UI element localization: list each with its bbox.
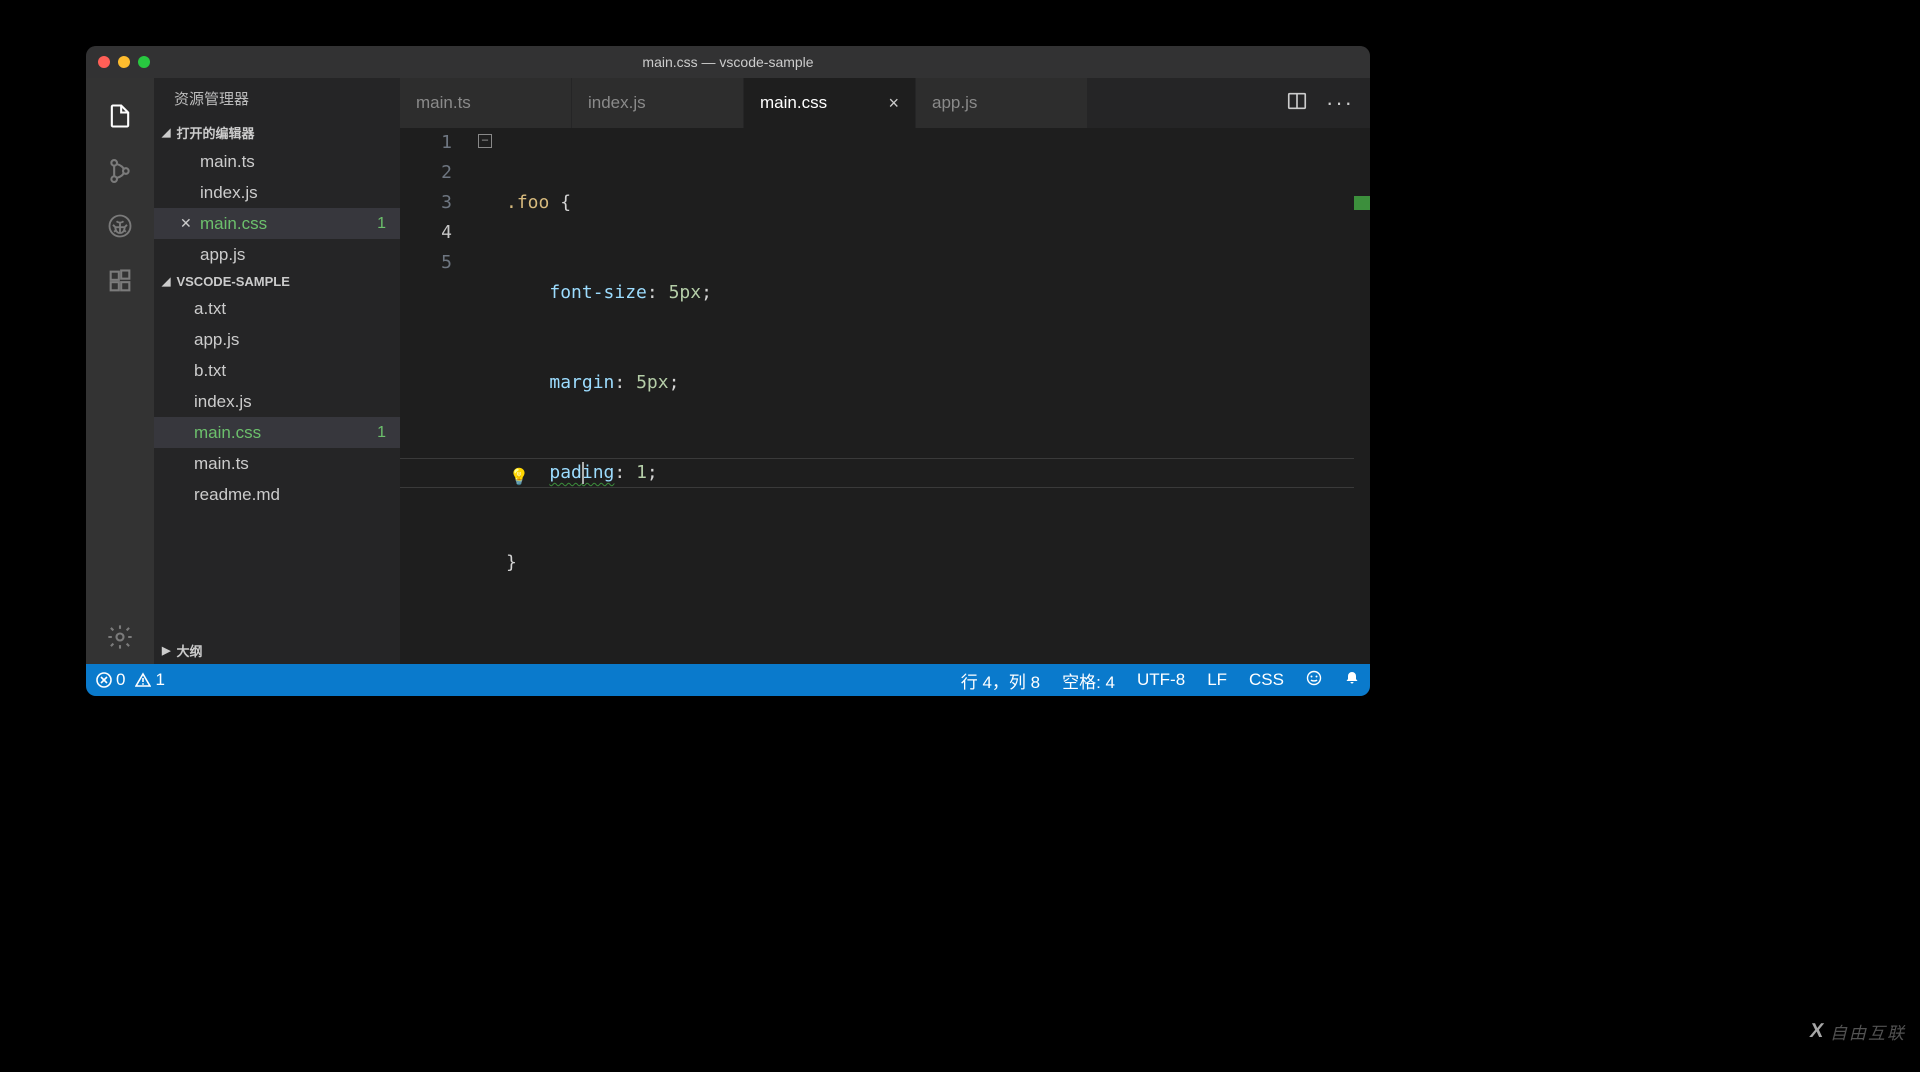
zoom-window-icon[interactable]	[138, 56, 150, 68]
workspace-header[interactable]: ◢ VSCODE-SAMPLE	[154, 270, 400, 293]
vscode-window: main.css — vscode-sample 资源管理器	[86, 46, 1370, 696]
file-name: main.css	[194, 423, 261, 443]
code-editor[interactable]: 1 2 3 4 5 − .foo { font-size: 5px; margi…	[400, 128, 1370, 664]
overview-ruler[interactable]	[1354, 128, 1370, 664]
file-name: index.js	[200, 183, 258, 203]
tab-label: index.js	[588, 93, 646, 113]
file-item[interactable]: index.js	[154, 386, 400, 417]
outline-label: 大纲	[176, 641, 202, 660]
text-cursor	[582, 462, 584, 484]
file-name: a.txt	[194, 299, 226, 319]
source-control-icon[interactable]	[96, 143, 144, 198]
problems-badge: 1	[377, 424, 386, 442]
feedback-smiley-icon[interactable]	[1306, 670, 1322, 691]
open-editor-item[interactable]: ✕ main.css 1	[154, 208, 400, 239]
file-name: main.ts	[200, 152, 255, 172]
status-bar: 0 1 行 4，列 8 空格: 4 UTF-8 LF CSS	[86, 664, 1370, 696]
warning-marker-icon	[1354, 196, 1370, 210]
tab-label: main.ts	[416, 93, 471, 113]
eol-status[interactable]: LF	[1207, 670, 1227, 690]
tab-label: main.css	[760, 93, 827, 113]
file-item[interactable]: a.txt	[154, 293, 400, 324]
errors-status[interactable]: 0	[96, 670, 125, 690]
tab-main-css[interactable]: main.css ×	[744, 78, 916, 128]
more-actions-icon[interactable]: ···	[1326, 90, 1354, 116]
editor-group: main.ts × index.js × main.css × app.js ×	[400, 78, 1370, 664]
file-item[interactable]: app.js	[154, 324, 400, 355]
file-item[interactable]: main.ts	[154, 448, 400, 479]
line-gutter: 1 2 3 4 5	[400, 128, 478, 664]
problems-badge: 1	[377, 215, 386, 233]
split-editor-icon[interactable]	[1286, 90, 1308, 117]
file-name: readme.md	[194, 485, 280, 505]
outline-header[interactable]: ▶ 大纲	[154, 637, 400, 664]
file-item[interactable]: readme.md	[154, 479, 400, 510]
file-item[interactable]: main.css 1	[154, 417, 400, 448]
explorer-sidebar: 资源管理器 ◢ 打开的编辑器 ✕ main.ts ✕ index.js ✕ ma…	[154, 78, 400, 664]
open-editor-item[interactable]: ✕ app.js	[154, 239, 400, 270]
lightbulb-icon[interactable]: 💡	[509, 462, 529, 492]
file-name: main.css	[200, 214, 267, 234]
watermark: X 自由互联	[1810, 1019, 1906, 1044]
file-name: main.ts	[194, 454, 249, 474]
file-item[interactable]: b.txt	[154, 355, 400, 386]
tab-app-js[interactable]: app.js ×	[916, 78, 1088, 128]
open-editors-header[interactable]: ◢ 打开的编辑器	[154, 119, 400, 146]
open-editor-item[interactable]: ✕ index.js	[154, 177, 400, 208]
encoding-status[interactable]: UTF-8	[1137, 670, 1185, 690]
tab-label: app.js	[932, 93, 977, 113]
window-title: main.css — vscode-sample	[86, 54, 1370, 70]
chevron-right-icon: ▶	[162, 644, 170, 657]
indentation-status[interactable]: 空格: 4	[1062, 668, 1115, 693]
file-name: b.txt	[194, 361, 226, 381]
file-name: app.js	[194, 330, 239, 350]
file-name: index.js	[194, 392, 252, 412]
workspace-label: VSCODE-SAMPLE	[176, 274, 289, 289]
window-controls	[86, 56, 150, 68]
close-window-icon[interactable]	[98, 56, 110, 68]
titlebar: main.css — vscode-sample	[86, 46, 1370, 78]
editor-actions: ···	[1286, 78, 1370, 128]
tab-main-ts[interactable]: main.ts ×	[400, 78, 572, 128]
explorer-icon[interactable]	[96, 88, 144, 143]
debug-disabled-icon[interactable]	[96, 198, 144, 253]
close-icon[interactable]: ✕	[180, 215, 194, 232]
cursor-position[interactable]: 行 4，列 8	[961, 668, 1040, 693]
open-editors-label: 打开的编辑器	[176, 123, 254, 142]
sidebar-title: 资源管理器	[154, 78, 400, 119]
file-name: app.js	[200, 245, 245, 265]
close-icon[interactable]: ×	[888, 93, 899, 114]
notifications-bell-icon[interactable]	[1344, 670, 1360, 691]
chevron-down-icon: ◢	[162, 275, 170, 288]
extensions-icon[interactable]	[96, 253, 144, 308]
open-editor-item[interactable]: ✕ main.ts	[154, 146, 400, 177]
code-content[interactable]: .foo { font-size: 5px; margin: 5px; 💡 pa…	[478, 128, 1354, 664]
chevron-down-icon: ◢	[162, 126, 170, 139]
language-status[interactable]: CSS	[1249, 670, 1284, 690]
activity-bar	[86, 78, 154, 664]
tab-index-js[interactable]: index.js ×	[572, 78, 744, 128]
settings-gear-icon[interactable]	[96, 609, 144, 664]
minimize-window-icon[interactable]	[118, 56, 130, 68]
warnings-status[interactable]: 1	[135, 670, 164, 690]
tab-bar: main.ts × index.js × main.css × app.js ×	[400, 78, 1370, 128]
